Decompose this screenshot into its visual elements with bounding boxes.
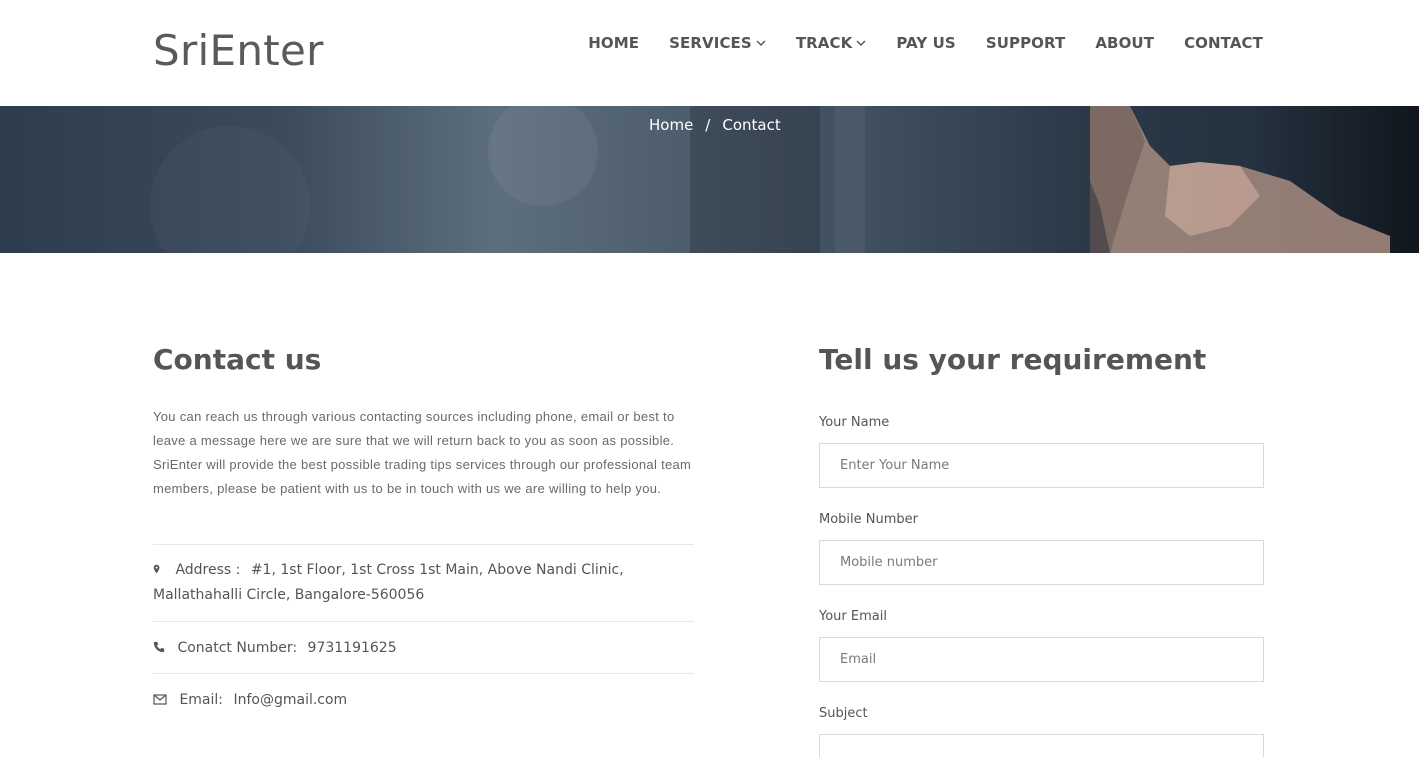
nav-support-label: SUPPORT xyxy=(985,34,1066,52)
site-logo[interactable]: SriEnter xyxy=(153,26,324,75)
address-info: Address : #1, 1st Floor, 1st Cross 1st M… xyxy=(153,544,694,622)
nav-support[interactable]: SUPPORT xyxy=(986,34,1066,52)
nav-track-label: TRACK xyxy=(795,34,853,52)
name-label: Your Name xyxy=(819,415,890,430)
phone-value[interactable]: 9731191625 xyxy=(308,640,397,656)
nav-home-label: HOME xyxy=(588,34,640,52)
subject-label: Subject xyxy=(819,706,868,721)
page-banner: Home / Contact xyxy=(0,106,1419,253)
address-label: Address : xyxy=(175,562,241,578)
email-label: Email: xyxy=(179,692,224,708)
email-field-label: Your Email xyxy=(819,609,887,624)
banner-shade xyxy=(835,106,865,253)
phone-label: Conatct Number: xyxy=(177,640,298,656)
contact-description: You can reach us through various contact… xyxy=(153,409,692,496)
email-input[interactable] xyxy=(819,637,1264,682)
breadcrumb: Home / Contact xyxy=(649,116,781,134)
name-input[interactable] xyxy=(819,443,1264,488)
chevron-down-icon xyxy=(756,40,766,46)
nav-track[interactable]: TRACK xyxy=(796,34,867,52)
requirement-title: Tell us your requirement xyxy=(819,343,1207,376)
phone-info: Conatct Number: 9731191625 xyxy=(153,621,694,674)
breadcrumb-separator: / xyxy=(705,116,711,134)
hand-image xyxy=(1090,106,1390,253)
email-value[interactable]: Info@gmail.com xyxy=(233,692,347,708)
nav-contact[interactable]: CONTACT xyxy=(1184,34,1263,52)
nav-contact-label: CONTACT xyxy=(1184,34,1263,52)
banner-bokeh xyxy=(488,106,598,206)
mobile-label: Mobile Number xyxy=(819,512,918,527)
nav-pay-us[interactable]: PAY US xyxy=(896,34,955,52)
banner-bokeh xyxy=(150,126,310,253)
email-info: Email: Info@gmail.com xyxy=(153,673,694,723)
nav-about-label: ABOUT xyxy=(1095,34,1155,52)
subject-input[interactable] xyxy=(819,734,1264,757)
breadcrumb-current: Contact xyxy=(722,116,781,134)
nav-services-label: SERVICES xyxy=(669,34,752,52)
nav-about[interactable]: ABOUT xyxy=(1095,34,1154,52)
mobile-input[interactable] xyxy=(819,540,1264,585)
phone-icon xyxy=(153,641,165,653)
envelope-icon xyxy=(153,694,167,705)
nav-home[interactable]: HOME xyxy=(588,34,639,52)
map-marker-icon xyxy=(153,564,160,574)
breadcrumb-home[interactable]: Home xyxy=(649,116,693,134)
nav-services[interactable]: SERVICES xyxy=(669,34,766,52)
main-nav: HOME SERVICES TRACK PAY US SUPPORT ABOUT… xyxy=(558,34,1263,52)
site-header: SriEnter HOME SERVICES TRACK PAY US SUPP… xyxy=(0,0,1419,106)
nav-pay-us-label: PAY US xyxy=(896,34,956,52)
chevron-down-icon xyxy=(856,40,866,46)
contact-title: Contact us xyxy=(153,343,322,376)
